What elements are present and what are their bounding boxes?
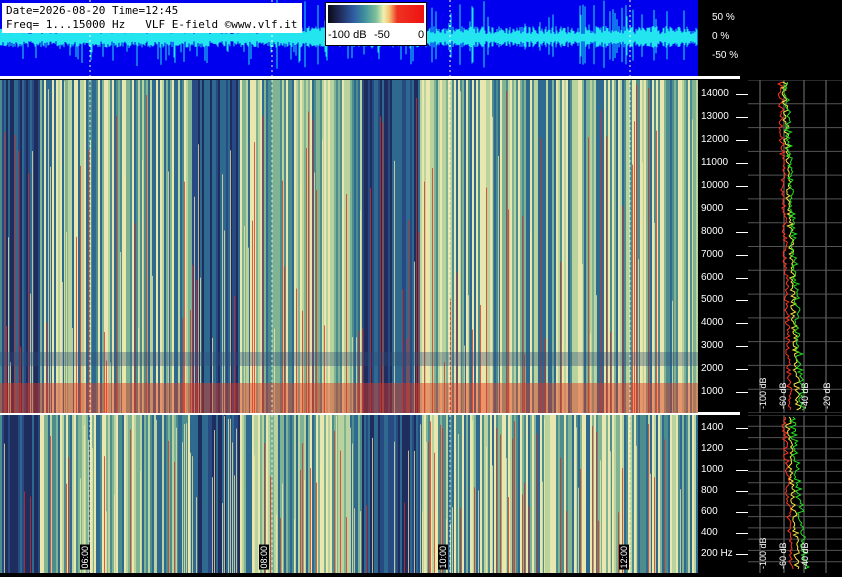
freq-low-tick: 1200 <box>701 442 724 454</box>
freq-main-tick: 7000 <box>701 248 724 260</box>
freq-low-tick: 800 <box>701 484 718 496</box>
profile-db-label: -100 dB <box>758 537 768 569</box>
waveform-label-0: 0 % <box>712 31 730 42</box>
time-label-1000: 10:00 <box>438 545 448 570</box>
freq-main-tick: 4000 <box>701 317 724 329</box>
freq-axis-main: 14000 13000 12000 11000 10000 9000 8000 7000 600… <box>698 80 748 413</box>
waveform-label-50: 50 % <box>712 12 735 23</box>
freq-main-tick: 5000 <box>701 294 724 306</box>
spectrum-profile-low: -100 dB -60 dB -40 dB <box>748 414 842 573</box>
waveform-label-minus50: -50 % <box>712 50 739 61</box>
credit-label: VLF E-field ©www.vlf.it <box>145 18 298 31</box>
header-info: Date=2026-08-20 Time=12:45 Freq= 1...150… <box>2 3 302 33</box>
freq-main-tick: 10000 <box>701 179 729 191</box>
profile-db-label: -60 dB <box>778 542 788 569</box>
freq-low-tick: 600 <box>701 505 718 517</box>
freq-low-tick: 1000 <box>701 463 724 475</box>
spectrogram-low <box>0 415 698 573</box>
divider-top <box>0 76 740 79</box>
colorbar-gradient <box>328 5 424 23</box>
freq-low-tick: 200 Hz <box>701 548 733 560</box>
profile-db-label: -40 dB <box>800 382 810 409</box>
freq-main-tick: 14000 <box>701 87 729 99</box>
freq-low-tick: 1400 <box>701 421 724 433</box>
colorbar-label-mid: -50 <box>374 29 390 41</box>
profile-db-label: -60 dB <box>778 382 788 409</box>
profile-db-label: -40 dB <box>800 542 810 569</box>
freq-main-tick: 13000 <box>701 110 729 122</box>
spectrum-profile-main: -100 dB -60 dB -40 dB -20 dB <box>748 79 842 414</box>
freq-main-tick: 1000 <box>701 386 724 398</box>
freq-main-tick: 2000 <box>701 363 724 375</box>
freq-main-tick: 6000 <box>701 271 724 283</box>
time-label-1200: 12:00 <box>619 545 629 570</box>
freq-axis-low: 1400 1200 1000 800 600 400 200 Hz <box>698 415 748 573</box>
freq-main-tick: 3000 <box>701 340 724 352</box>
freq-main-tick: 12000 <box>701 133 729 145</box>
profile-db-label: -20 dB <box>822 382 832 409</box>
time-label-0800: 08:00 <box>259 545 269 570</box>
colorbar-label-max: 0 <box>418 29 425 41</box>
freq-main-tick: 8000 <box>701 225 724 237</box>
colorbar-legend: -100 dB -50 0 <box>325 2 427 46</box>
freq-low-tick: 400 <box>701 526 718 538</box>
freq-range-label: Freq= 1...15000 Hz <box>6 18 126 31</box>
spectrogram-main <box>0 80 698 413</box>
time-label-0600: 06:00 <box>80 545 90 570</box>
colorbar-label-min: -100 dB <box>328 29 367 41</box>
freq-main-tick: 11000 <box>701 156 729 168</box>
profile-db-label: -100 dB <box>758 377 768 409</box>
date-time-label: Date=2026-08-20 Time=12:45 <box>6 4 179 17</box>
freq-main-tick: 9000 <box>701 202 724 214</box>
